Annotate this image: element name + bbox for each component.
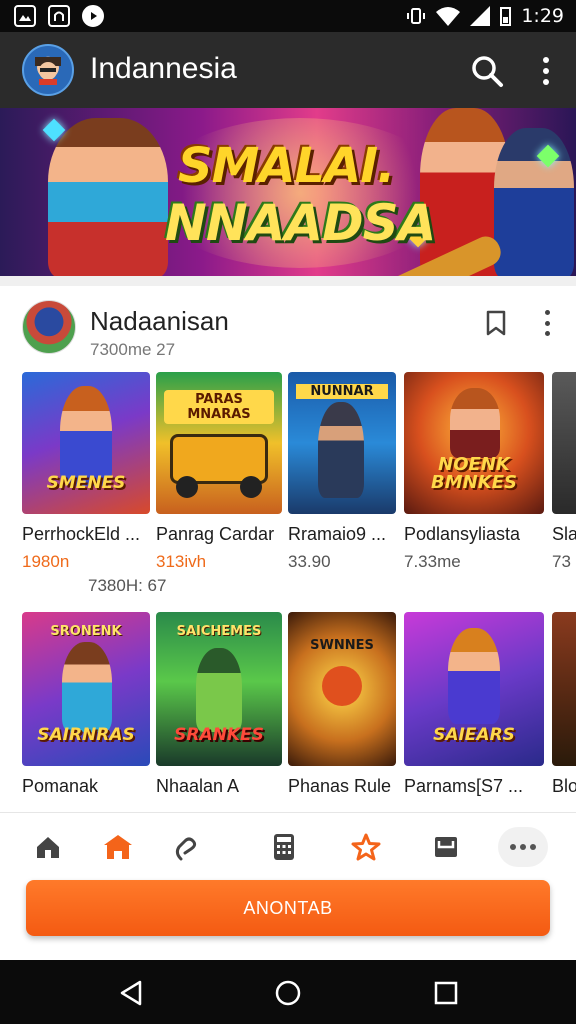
game-tile[interactable]: Blo: [552, 612, 576, 812]
game-title: Podlansyliasta: [404, 524, 521, 544]
thumbnail-art-text: SRANKES: [174, 725, 264, 745]
circle-play-icon: [82, 5, 104, 27]
game-title: Phanas Rule: [288, 776, 392, 796]
game-tile[interactable]: SMENES PerrhockEld ... 1980n: [22, 372, 150, 572]
game-tile[interactable]: SWNNES Phanas Rule: [288, 612, 396, 812]
app-logo[interactable]: [22, 44, 74, 96]
bookmark-icon[interactable]: [486, 310, 506, 336]
battery-icon: [500, 6, 512, 26]
game-price: 73: [552, 552, 571, 571]
status-bar: 1:29: [0, 0, 576, 32]
thumbnail-art-text: SWNNES: [310, 638, 374, 653]
game-title: Panrag Cardar: [156, 524, 275, 544]
game-tile[interactable]: SAIEARS Parnams[S7 ...: [404, 612, 544, 812]
game-tile[interactable]: NUNNAR Rramaio9 ... 33.90: [288, 372, 396, 572]
home-icon[interactable]: [28, 827, 68, 867]
game-tile[interactable]: NOENK BMNKES Podlansyliasta 7.33me: [404, 372, 544, 572]
game-price: 33.90: [288, 552, 331, 571]
game-price: 313ivh: [156, 552, 207, 571]
image-icon: [14, 5, 36, 27]
inbox-icon[interactable]: [426, 827, 466, 867]
game-tile[interactable]: Sla 73: [552, 372, 576, 572]
search-icon[interactable]: [470, 54, 504, 88]
game-title: PerrhockEld ...: [22, 524, 141, 544]
calculator-icon[interactable]: [264, 827, 304, 867]
star-icon[interactable]: [346, 827, 386, 867]
game-title: Rramaio9 ...: [288, 524, 387, 544]
banner-title: SMALAI.: [178, 138, 395, 194]
developer-avatar[interactable]: [22, 300, 76, 354]
cta-area: ANONTAB: [0, 880, 576, 960]
thumbnail-art-text: SAICHEMES: [176, 624, 262, 639]
game-price: 7.33me: [404, 552, 461, 571]
game-title: Nhaalan A: [156, 776, 240, 796]
bag-icon: [48, 5, 70, 27]
thumbnail-art-text: SRONENK: [50, 624, 122, 639]
game-thumbnail[interactable]: SRONENK SAIRNRAS: [22, 612, 150, 766]
section-subtitle: 7300me 27: [90, 340, 176, 359]
heart-hand-icon[interactable]: [166, 827, 206, 867]
section-title[interactable]: Nadaanisan: [90, 306, 229, 337]
thumbnail-art-text: NUNNAR: [296, 384, 388, 399]
thumbnail-art-text: NOENK BMNKES: [431, 454, 517, 493]
hero-figure-left: [48, 118, 168, 276]
game-thumbnail[interactable]: SAIEARS: [404, 612, 544, 766]
game-title: Parnams[S7 ...: [404, 776, 524, 796]
row-note: 7380H: 67: [88, 576, 167, 595]
game-thumbnail[interactable]: [552, 372, 576, 514]
game-title: Blo: [552, 776, 576, 796]
game-thumbnail[interactable]: SMENES: [22, 372, 150, 514]
thumbnail-art-text: SMENES: [46, 473, 126, 493]
game-price: 1980n: [22, 552, 70, 571]
recents-icon[interactable]: [433, 980, 459, 1006]
bottom-nav: [0, 812, 576, 880]
game-thumbnail[interactable]: NUNNAR: [288, 372, 396, 514]
game-thumbnail[interactable]: [552, 612, 576, 766]
game-tile[interactable]: PARAS MNARAS Panrag Cardar 313ivh: [156, 372, 282, 572]
cta-button[interactable]: ANONTAB: [26, 880, 550, 936]
thumbnail-art-text: SAIRNRAS: [37, 725, 135, 745]
more-horiz-icon[interactable]: [498, 827, 548, 867]
game-tile[interactable]: SAICHEMES SRANKES Nhaalan A: [156, 612, 282, 812]
more-vert-icon[interactable]: [532, 54, 560, 88]
vibrate-icon: [407, 8, 426, 24]
promo-banner[interactable]: SMALAI. NNAADSA: [0, 108, 576, 276]
wifi-icon: [436, 7, 461, 26]
system-nav-bar: [0, 960, 576, 1024]
game-thumbnail[interactable]: SAICHEMES SRANKES: [156, 612, 282, 766]
more-vert-icon[interactable]: [540, 310, 554, 336]
app-bar: Indannesia: [0, 32, 576, 108]
game-thumbnail[interactable]: NOENK BMNKES: [404, 372, 544, 514]
home-circle-icon[interactable]: [275, 980, 301, 1006]
thumbnail-art-text: SAIEARS: [433, 725, 515, 745]
banner-subtitle: NNAADSA: [165, 194, 436, 252]
thumbnail-art-text: PARAS MNARAS: [164, 390, 274, 424]
back-icon[interactable]: [118, 980, 144, 1006]
game-tile[interactable]: SRONENK SAIRNRAS Pomanak: [22, 612, 150, 812]
hero-figure-far-right: [494, 128, 574, 276]
clock: 1:29: [521, 5, 564, 27]
game-thumbnail[interactable]: SWNNES: [288, 612, 396, 766]
app-title: Indannesia: [90, 52, 237, 85]
content-section: Nadaanisan 7300me 27 SMENES PerrhockEld …: [0, 276, 576, 812]
game-title: Pomanak: [22, 776, 99, 796]
game-thumbnail[interactable]: PARAS MNARAS: [156, 372, 282, 514]
store-icon[interactable]: [98, 827, 138, 867]
screen: 1:29 Indannesia SMALAI. NNAADSA Nadaanis…: [0, 0, 576, 1024]
signal-icon: [470, 6, 491, 26]
game-title: Sla: [552, 524, 576, 544]
